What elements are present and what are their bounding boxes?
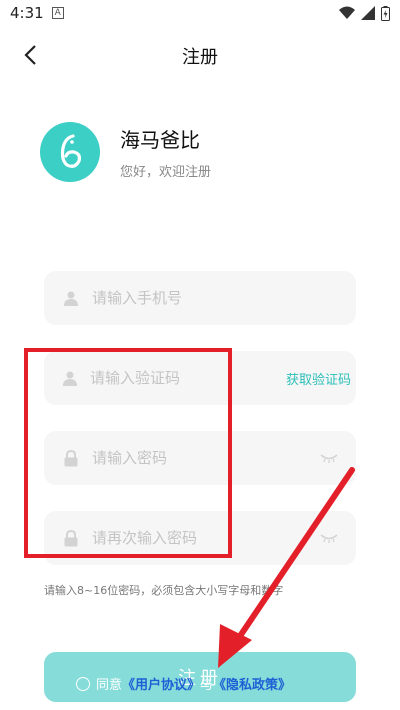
navigation-bar: 注册 bbox=[0, 36, 400, 76]
signal-icon bbox=[361, 6, 375, 20]
code-field: 获取验证码 bbox=[44, 351, 356, 405]
app-logo bbox=[40, 122, 100, 182]
password-input[interactable] bbox=[90, 448, 320, 468]
eye-closed-icon[interactable] bbox=[320, 453, 338, 463]
back-button[interactable] bbox=[18, 40, 42, 70]
brand-subtitle: 您好，欢迎注册 bbox=[120, 165, 212, 180]
status-bar: 4:31 A bbox=[0, 0, 400, 26]
eye-closed-icon[interactable] bbox=[320, 533, 338, 543]
agree-radio[interactable] bbox=[76, 676, 90, 691]
privacy-policy-link[interactable]: 《隐私政策》 bbox=[213, 674, 291, 693]
status-time: 4:31 bbox=[10, 4, 44, 22]
lock-icon bbox=[62, 449, 80, 467]
get-code-button[interactable]: 获取验证码 bbox=[286, 369, 351, 388]
status-right bbox=[339, 5, 390, 21]
password-field bbox=[44, 431, 356, 485]
brand-name: 海马爸比 bbox=[120, 128, 200, 152]
battery-icon bbox=[381, 5, 390, 21]
password-hint: 请输入8~16位密码，必须包含大小写字母和数字 bbox=[44, 584, 284, 597]
wifi-icon bbox=[339, 6, 355, 19]
agree-and: 与 bbox=[200, 678, 214, 693]
brand-header: 海马爸比 您好，欢迎注册 bbox=[40, 122, 211, 182]
chevron-left-icon bbox=[24, 45, 36, 65]
seahorse-logo-icon bbox=[60, 134, 82, 168]
confirm-password-field bbox=[44, 511, 356, 565]
agreement-row: 同意 《用户协议》 与 《隐私政策》 bbox=[76, 674, 291, 693]
user-icon bbox=[62, 289, 80, 307]
phone-field bbox=[44, 271, 356, 325]
status-left: 4:31 A bbox=[10, 4, 64, 22]
code-input[interactable] bbox=[88, 368, 286, 388]
brand-text: 海马爸比 您好，欢迎注册 bbox=[120, 124, 211, 180]
agree-prefix: 同意 bbox=[96, 678, 123, 693]
page-title: 注册 bbox=[182, 47, 218, 68]
user-agreement-link[interactable]: 《用户协议》 bbox=[122, 674, 200, 693]
phone-input[interactable] bbox=[90, 288, 338, 308]
confirm-password-input[interactable] bbox=[90, 528, 320, 548]
user-icon bbox=[62, 369, 78, 387]
notification-icon: A bbox=[51, 7, 64, 19]
lock-icon bbox=[62, 529, 80, 547]
